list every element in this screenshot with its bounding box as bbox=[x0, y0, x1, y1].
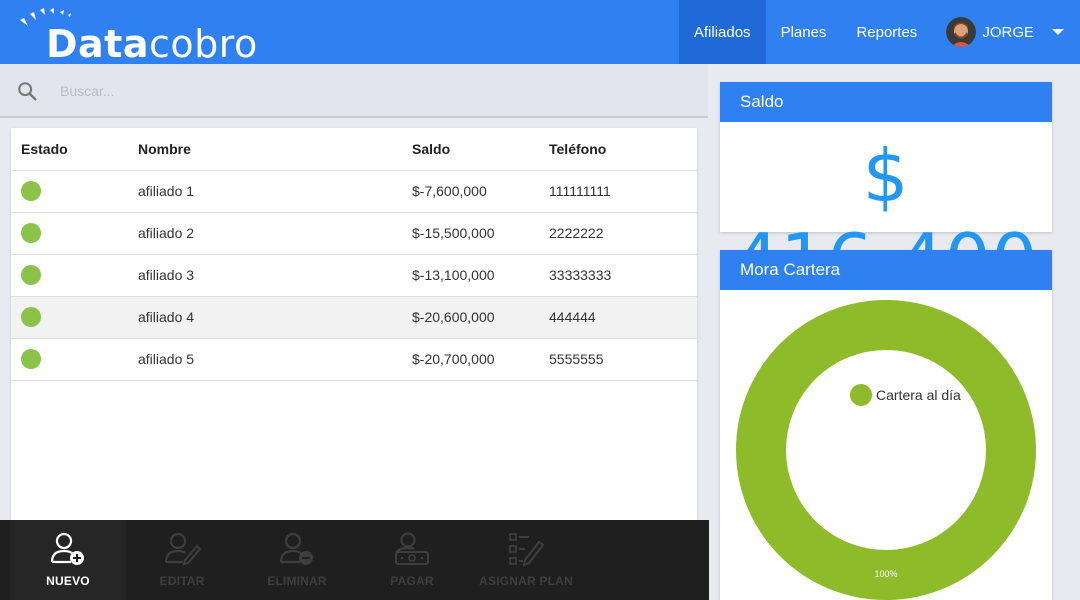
cell-nombre: afiliado 5 bbox=[138, 338, 412, 381]
status-dot bbox=[21, 223, 41, 243]
table-row[interactable]: afiliado 1 $-7,600,000 111111111 bbox=[11, 170, 697, 213]
nav-reportes[interactable]: Reportes bbox=[841, 0, 932, 64]
pay-user-icon bbox=[394, 532, 429, 565]
asignar-plan-label: ASIGNAR PLAN bbox=[479, 574, 573, 588]
search-input[interactable] bbox=[60, 78, 660, 104]
table-header-row: Estado Nombre Saldo Teléfono bbox=[11, 128, 697, 171]
eliminar-button[interactable]: ELIMINAR bbox=[240, 520, 354, 600]
cell-saldo: $-20,600,000 bbox=[412, 296, 549, 339]
avatar bbox=[946, 17, 977, 47]
status-dot bbox=[21, 307, 41, 327]
main-nav: Afiliados Planes Reportes JORGE bbox=[678, 0, 1080, 64]
cell-telefono: 2222222 bbox=[549, 212, 697, 255]
status-dot bbox=[21, 265, 41, 285]
user-menu[interactable]: JORGE bbox=[932, 0, 1080, 64]
pagar-label: PAGAR bbox=[390, 574, 434, 588]
table-row[interactable]: afiliado 3 $-13,100,000 33333333 bbox=[11, 254, 697, 297]
cell-saldo: $-7,600,000 bbox=[412, 170, 549, 213]
mora-cartera-card: Mora Cartera 100% Cartera al día bbox=[720, 250, 1052, 600]
status-dot bbox=[21, 181, 41, 201]
status-dot bbox=[21, 349, 41, 369]
chevron-down-icon[interactable] bbox=[1052, 29, 1064, 35]
add-user-icon bbox=[50, 532, 84, 565]
nuevo-label: NUEVO bbox=[46, 574, 90, 588]
cell-nombre: afiliado 4 bbox=[138, 296, 412, 339]
assign-plan-icon bbox=[509, 533, 545, 567]
nav-afiliados[interactable]: Afiliados bbox=[678, 0, 766, 64]
mora-donut-chart: 100% bbox=[736, 300, 1036, 600]
eliminar-label: ELIMINAR bbox=[267, 574, 327, 588]
datacobro-logo[interactable]: Datacobro bbox=[18, 6, 258, 66]
cell-nombre: afiliado 1 bbox=[138, 170, 412, 213]
table-row[interactable]: afiliado 4 $-20,600,000 444444 bbox=[11, 296, 697, 339]
cell-telefono: 444444 bbox=[549, 296, 697, 339]
cell-saldo: $-13,100,000 bbox=[412, 254, 549, 297]
nuevo-button[interactable]: NUEVO bbox=[10, 520, 126, 600]
cell-nombre: afiliado 2 bbox=[138, 212, 412, 255]
slice-percent-label: 100% bbox=[874, 569, 897, 579]
search-bar bbox=[0, 64, 708, 118]
editar-label: EDITAR bbox=[159, 574, 205, 588]
cell-saldo: $-15,500,000 bbox=[412, 212, 549, 255]
pagar-button[interactable]: PAGAR bbox=[356, 520, 468, 600]
donut-slice[interactable] bbox=[736, 300, 1036, 600]
user-name: JORGE bbox=[982, 23, 1034, 41]
editar-button[interactable]: EDITAR bbox=[126, 520, 238, 600]
col-saldo[interactable]: Saldo bbox=[412, 128, 549, 171]
col-telefono[interactable]: Teléfono bbox=[549, 128, 697, 171]
asignar-plan-button[interactable]: ASIGNAR PLAN bbox=[470, 520, 582, 600]
edit-user-icon bbox=[164, 532, 201, 566]
table-row[interactable]: afiliado 2 $-15,500,000 2222222 bbox=[11, 212, 697, 255]
legend-swatch bbox=[850, 384, 872, 406]
legend-label: Cartera al día bbox=[876, 387, 961, 403]
cell-telefono: 111111111 bbox=[549, 170, 697, 213]
col-nombre[interactable]: Nombre bbox=[138, 128, 412, 171]
brand-name: Datacobro bbox=[46, 22, 258, 66]
actions-toolbar: NUEVO EDITAR ELIMINAR PAGAR ASIGNAR PLAN bbox=[0, 520, 709, 600]
saldo-title: Saldo bbox=[720, 82, 1052, 122]
top-navbar: Datacobro Afiliados Planes Reportes JORG… bbox=[0, 0, 1080, 66]
chart-legend[interactable]: Cartera al día bbox=[850, 384, 961, 406]
mora-title: Mora Cartera bbox=[720, 250, 1052, 290]
search-icon bbox=[18, 82, 37, 101]
nav-planes[interactable]: Planes bbox=[766, 0, 842, 64]
cell-nombre: afiliado 3 bbox=[138, 254, 412, 297]
table-row[interactable]: afiliado 5 $-20,700,000 5555555 bbox=[11, 338, 697, 381]
cell-telefono: 33333333 bbox=[549, 254, 697, 297]
col-estado[interactable]: Estado bbox=[11, 128, 138, 171]
saldo-card: Saldo $ 416,400 bbox=[720, 82, 1052, 302]
cell-telefono: 5555555 bbox=[549, 338, 697, 381]
remove-user-icon bbox=[279, 532, 313, 565]
cell-saldo: $-20,700,000 bbox=[412, 338, 549, 381]
